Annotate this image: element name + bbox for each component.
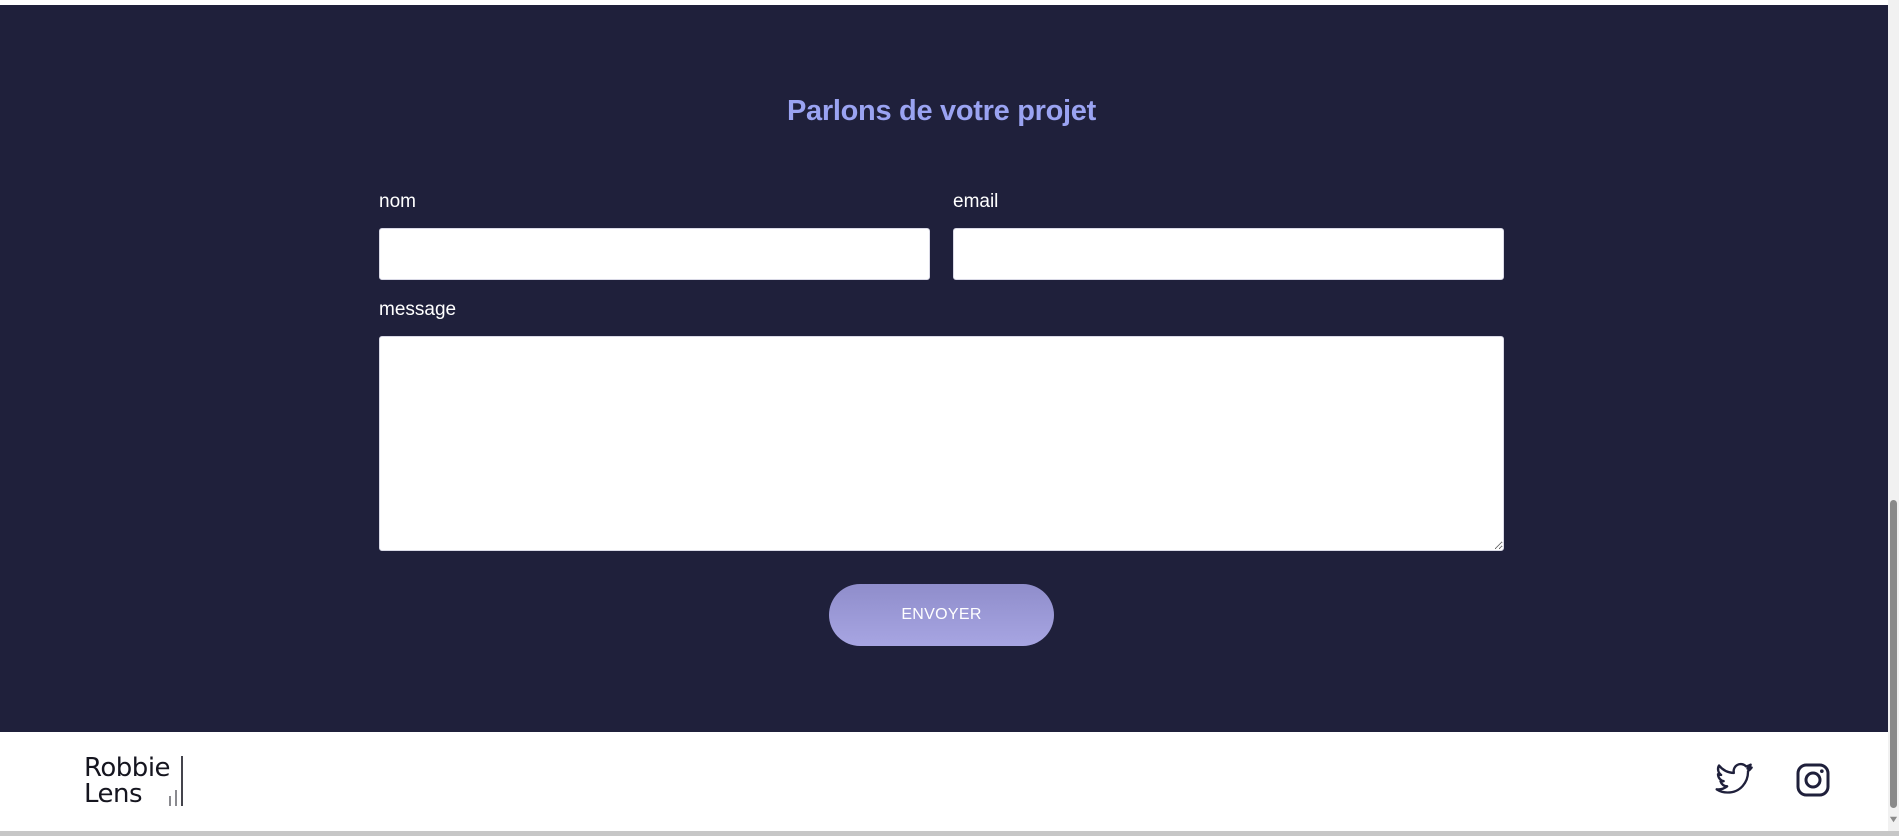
- name-input[interactable]: [379, 228, 930, 280]
- vertical-scrollbar[interactable]: [1888, 0, 1899, 831]
- logo-bars-icon: [169, 756, 183, 806]
- name-label: nom: [379, 191, 416, 212]
- twitter-icon: [1715, 762, 1753, 794]
- instagram-link[interactable]: [1793, 760, 1833, 800]
- twitter-link[interactable]: [1715, 760, 1755, 800]
- contact-section: Parlons de votre projet nom email messag…: [0, 5, 1888, 732]
- window-bottom-border: [0, 831, 1899, 836]
- message-textarea[interactable]: [379, 336, 1504, 551]
- email-input[interactable]: [953, 228, 1504, 280]
- scroll-down-arrow-icon[interactable]: [1889, 815, 1898, 824]
- message-label: message: [379, 299, 457, 320]
- scrollbar-thumb[interactable]: [1890, 500, 1897, 808]
- send-button[interactable]: ENVOYER: [829, 584, 1054, 646]
- instagram-icon: [1796, 763, 1830, 797]
- contact-title: Parlons de votre projet: [787, 95, 1096, 127]
- footer: Robbie Lens: [0, 732, 1888, 831]
- logo[interactable]: Robbie Lens: [84, 754, 184, 808]
- page-viewport: Parlons de votre projet nom email messag…: [0, 0, 1888, 831]
- logo-text-line-2: Lens: [84, 779, 143, 809]
- email-label: email: [953, 191, 999, 212]
